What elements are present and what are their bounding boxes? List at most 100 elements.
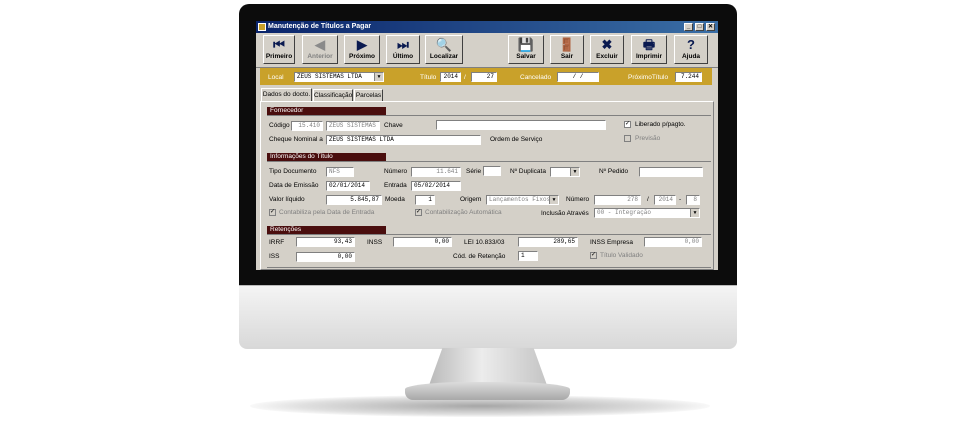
fornecedor-divider — [267, 115, 711, 116]
inss-field[interactable]: 0,00 — [393, 237, 452, 247]
monitor-stand-foot — [405, 382, 570, 400]
first-button[interactable]: ⏮ Primeiro — [263, 35, 295, 64]
origem-select[interactable]: Lançamentos Fixos ▼ — [486, 195, 559, 205]
header-bar: Local ZEUS SISTEMAS LTDA ▼ Título 2014 /… — [260, 68, 712, 85]
codigo-field[interactable]: 15.410 — [291, 121, 323, 131]
chevron-down-icon: ▼ — [690, 209, 699, 217]
window-titlebar[interactable]: Manutenção de Títulos a Pagar _ □ ✕ — [256, 21, 718, 33]
exit-button[interactable]: 🚪 Sair — [550, 35, 584, 64]
local-select[interactable]: ZEUS SISTEMAS LTDA ▼ — [294, 72, 384, 82]
cancelado-field[interactable]: / / — [557, 72, 599, 82]
tab-dados-docto[interactable]: Dados do docto. — [261, 88, 312, 101]
last-record-icon: ⏭ — [397, 37, 409, 52]
entrada-label: Entrada — [384, 182, 407, 189]
tab-parcelas[interactable]: Parcelas — [354, 89, 383, 101]
monitor-chin — [239, 285, 737, 349]
next-record-icon: ▶ — [357, 37, 367, 52]
serie-field[interactable] — [483, 166, 501, 176]
tab-panel-dados: Fornecedor Código 15.410 ZEUS SISTEMAS L… — [260, 101, 714, 270]
numero-origem-label: Número — [566, 196, 590, 203]
tipo-documento-label: Tipo Documento — [269, 168, 317, 175]
valor-liquido-field[interactable]: 5.845,87 — [326, 195, 382, 205]
help-button[interactable]: ? Ajuda — [674, 35, 708, 64]
inclusao-select[interactable]: 00 - Integração ▼ — [594, 208, 700, 218]
previous-button[interactable]: ◀ Anterior — [302, 35, 338, 64]
titulo-validado-label: Título Validado — [600, 252, 643, 259]
delete-button[interactable]: ✖ Excluir — [590, 35, 624, 64]
valor-liquido-label: Valor líquido — [269, 196, 305, 203]
irrf-label: IRRF — [269, 239, 285, 246]
numero-origem-dash: - — [679, 196, 682, 203]
ordem-servico-label: Ordem de Serviço — [490, 136, 543, 143]
cheque-field[interactable]: ZEUS SISTEMAS LTDA — [326, 135, 481, 145]
titulo-validado-checkbox[interactable]: ✓ — [590, 252, 597, 259]
moeda-field[interactable]: 1 — [415, 195, 435, 205]
entrada-field[interactable]: 05/02/2014 — [411, 181, 461, 191]
app-window: Manutenção de Títulos a Pagar _ □ ✕ ⏮ Pr… — [256, 21, 718, 270]
contabilizacao-automatica-checkbox[interactable]: ✓ — [415, 209, 422, 216]
informacoes-divider — [267, 161, 711, 162]
delete-document-icon: ✖ — [601, 37, 613, 52]
npedido-field[interactable] — [639, 167, 703, 177]
tab-classificacao[interactable]: Classificação — [313, 89, 353, 101]
cheque-label: Cheque Nominal a — [269, 136, 323, 143]
previsao-checkbox[interactable] — [624, 135, 631, 142]
data-emissao-field[interactable]: 02/01/2014 — [326, 181, 370, 191]
tipo-documento-field[interactable]: NFS — [326, 167, 354, 177]
cod-retencao-field[interactable]: 1 — [518, 251, 538, 261]
informacoes-section-title: Informações do Título — [267, 153, 386, 161]
last-button[interactable]: ⏭ Último — [386, 35, 420, 64]
fornecedor-section-title: Fornecedor — [267, 107, 386, 115]
titulo-number-field[interactable]: 27 — [471, 72, 497, 82]
window-title: Manutenção de Títulos a Pagar — [268, 23, 372, 30]
chave-field[interactable] — [436, 120, 606, 130]
proximo-titulo-label: PróximoTítulo — [628, 74, 669, 81]
print-button[interactable]: 🖶 Imprimir — [631, 35, 667, 64]
inclusao-label: Inclusão Através — [541, 210, 589, 217]
previsao-label: Previsão — [635, 135, 661, 142]
chevron-down-icon: ▼ — [374, 73, 383, 81]
close-icon[interactable]: ✕ — [706, 23, 715, 31]
local-label: Local — [268, 74, 284, 81]
search-button[interactable]: 🔍 Localizar — [425, 35, 463, 64]
numero-origem-separator: / — [647, 196, 649, 203]
irrf-field[interactable]: 93,43 — [296, 237, 355, 247]
npedido-label: Nº Pedido — [599, 168, 629, 175]
data-emissao-label: Data de Emissão — [269, 182, 319, 189]
moeda-label: Moeda — [385, 196, 405, 203]
chevron-down-icon: ▼ — [549, 196, 558, 204]
contabiliza-entrada-label: Contabiliza pela Data de Entrada — [279, 209, 375, 216]
lei-label: LEI 10.833/03 — [464, 239, 505, 246]
cod-retencao-label: Cód. de Retenção — [453, 253, 506, 260]
titulo-separator: / — [464, 74, 466, 81]
origem-label: Origem — [460, 196, 482, 203]
inss-label: INSS — [367, 239, 383, 246]
iss-field[interactable]: 0,00 — [296, 252, 355, 262]
numero-origem-year-field: 2014 — [654, 195, 676, 205]
previous-record-icon: ◀ — [315, 37, 325, 52]
titulo-year-field[interactable]: 2014 — [440, 72, 461, 82]
contabiliza-entrada-checkbox[interactable]: ✓ — [269, 209, 276, 216]
nduplicata-field[interactable]: ▼ — [550, 167, 580, 177]
titulo-label: Título — [420, 74, 437, 81]
maximize-icon[interactable]: □ — [695, 23, 704, 31]
contabilizacao-automatica-label: Contabilização Automática — [425, 209, 502, 216]
help-icon: ? — [687, 37, 695, 52]
numero-label: Número — [384, 168, 408, 175]
save-icon: 💾 — [517, 37, 535, 52]
app-icon — [258, 23, 266, 31]
save-button[interactable]: 💾 Salvar — [508, 35, 544, 64]
proximo-titulo-field: 7.244 — [675, 72, 702, 82]
next-button[interactable]: ▶ Próximo — [344, 35, 380, 64]
minimize-icon[interactable]: _ — [684, 23, 693, 31]
chave-label: Chave — [384, 122, 403, 129]
cancelado-label: Cancelado — [520, 74, 552, 81]
inss-empresa-label: INSS Empresa — [590, 239, 633, 246]
numero-field[interactable]: 11.641 — [411, 167, 461, 177]
lei-field[interactable]: 289,65 — [518, 237, 578, 247]
exit-door-icon: 🚪 — [558, 37, 576, 52]
chevron-down-icon: ▼ — [570, 168, 579, 176]
numero-origem-field: 278 — [594, 195, 641, 205]
bottom-divider — [267, 267, 711, 268]
liberado-checkbox[interactable]: ✓ — [624, 121, 631, 128]
